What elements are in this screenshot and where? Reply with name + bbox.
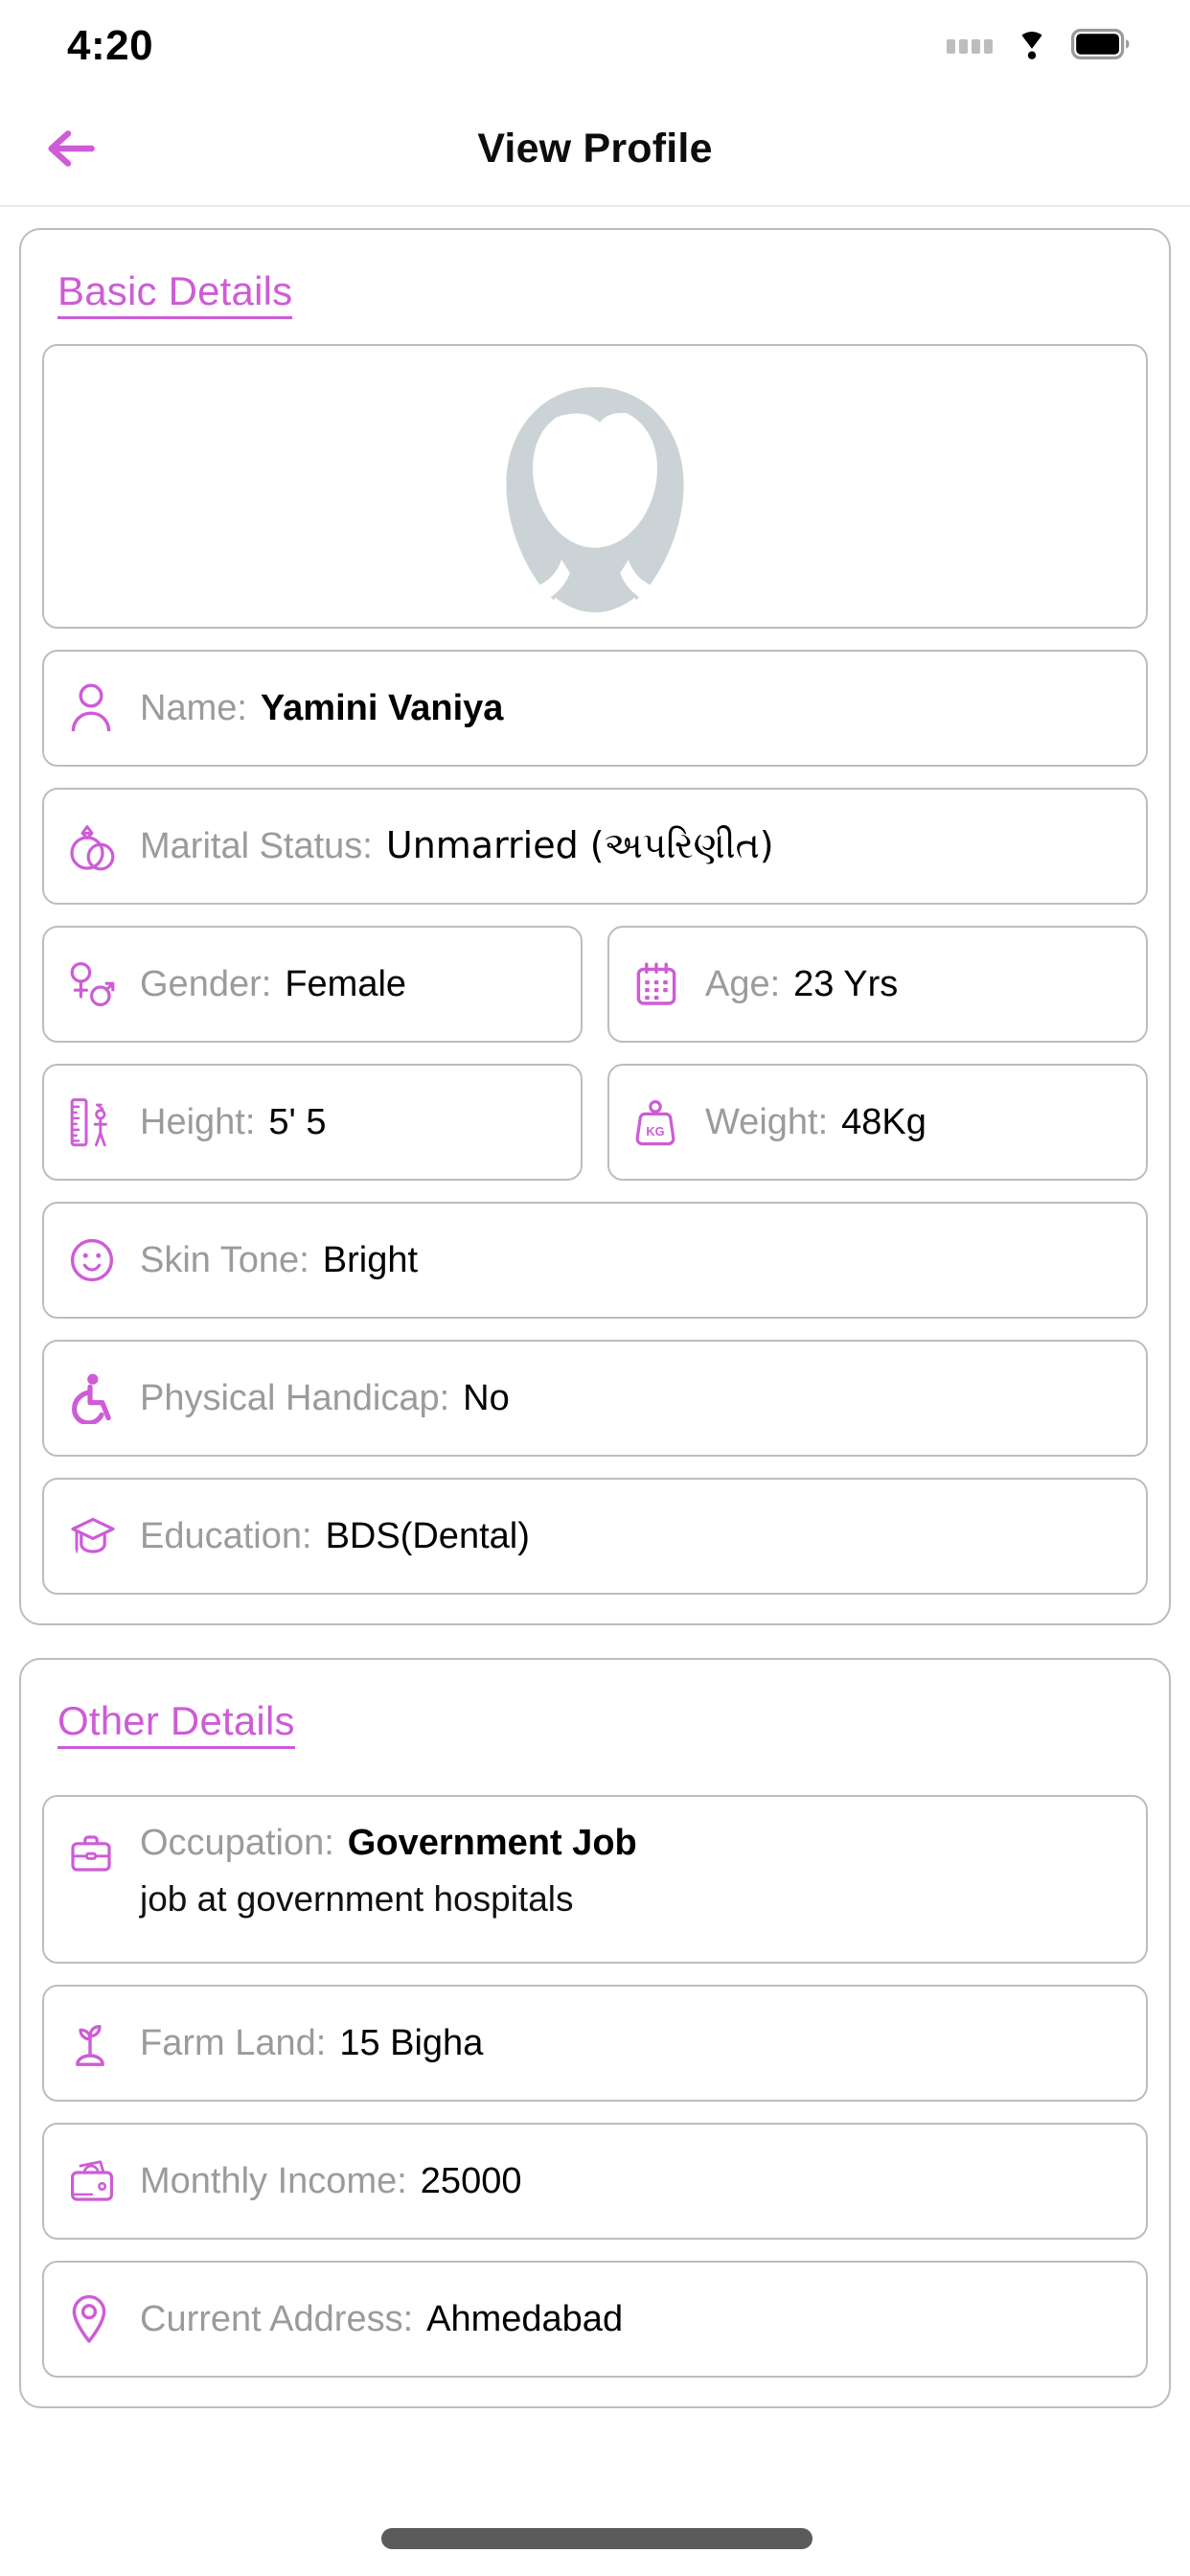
field-farm-land-value: 15 Bigha [339, 2022, 484, 2063]
wedding-rings-icon [69, 816, 123, 876]
field-name-value: Yamini Vaniya [260, 687, 504, 728]
field-monthly-income-label: Monthly Income: [140, 2160, 407, 2201]
weight-kg-icon: KG [634, 1092, 688, 1152]
field-skin-tone-value: Bright [322, 1239, 419, 1280]
field-weight-value: 48Kg [841, 1101, 927, 1142]
profile-scroll-content[interactable]: Basic Details Name: Yamini Vaniya Marita… [0, 207, 1190, 2408]
status-bar-indicators [947, 28, 1131, 65]
field-current-address-label: Current Address: [140, 2298, 414, 2339]
field-current-address-value: Ahmedabad [426, 2298, 624, 2339]
field-age-value: 23 Yrs [793, 963, 899, 1004]
field-marital-status-label: Marital Status: [140, 826, 373, 867]
field-gender-value: Female [285, 963, 407, 1004]
field-monthly-income-value: 25000 [420, 2160, 522, 2201]
field-height-value: 5' 5 [268, 1101, 327, 1142]
field-weight-label: Weight: [705, 1101, 829, 1142]
row-height-weight: Height: 5' 5 KG Weight: 48Kg [42, 1043, 1148, 1181]
field-height-label: Height: [140, 1101, 256, 1142]
status-bar-time: 4:20 [67, 22, 154, 69]
basic-details-card: Basic Details Name: Yamini Vaniya Marita… [19, 228, 1171, 1625]
app-root: 4:20 View Profile Basic Details Name: Ya… [0, 0, 1190, 2576]
horizontal-scrollbar[interactable] [381, 2528, 812, 2549]
back-button[interactable] [31, 115, 115, 182]
field-name-label: Name: [140, 687, 247, 728]
ruler-height-icon [69, 1092, 123, 1152]
app-header: View Profile [0, 92, 1190, 207]
field-farm-land: Farm Land: 15 Bigha [42, 1985, 1148, 2102]
field-monthly-income: Monthly Income: 25000 [42, 2123, 1148, 2240]
basic-details-heading: Basic Details [57, 268, 293, 319]
other-details-card: Other Details Occupation: Government Job [19, 1658, 1171, 2408]
row-gender-age: Gender: Female Age: 23 Yrs [42, 905, 1148, 1043]
briefcase-icon [69, 1824, 123, 1883]
svg-text:KG: KG [646, 1124, 664, 1138]
wallet-icon [69, 2151, 123, 2211]
arrow-left-icon [48, 130, 95, 167]
wheelchair-icon [69, 1368, 123, 1428]
field-physical-handicap-value: No [463, 1377, 510, 1418]
sprout-icon [69, 2013, 123, 2073]
status-bar: 4:20 [0, 0, 1190, 92]
calendar-icon [634, 954, 688, 1014]
field-skin-tone: Skin Tone: Bright [42, 1202, 1148, 1319]
field-age-label: Age: [705, 963, 781, 1004]
page-title: View Profile [477, 125, 713, 172]
gender-icon [69, 954, 123, 1014]
field-farm-land-label: Farm Land: [140, 2022, 327, 2063]
field-education: Education: BDS(Dental) [42, 1478, 1148, 1595]
person-icon [69, 678, 123, 738]
field-occupation-description: job at government hospitals [140, 1878, 574, 1919]
field-current-address: Current Address: Ahmedabad [42, 2261, 1148, 2378]
field-education-label: Education: [140, 1515, 312, 1556]
location-pin-icon [69, 2289, 123, 2349]
graduation-cap-icon [69, 1506, 123, 1566]
field-physical-handicap: Physical Handicap: No [42, 1340, 1148, 1457]
wifi-icon [1010, 28, 1054, 65]
field-education-value: BDS(Dental) [325, 1515, 530, 1556]
field-name: Name: Yamini Vaniya [42, 650, 1148, 767]
field-height: Height: 5' 5 [42, 1064, 583, 1181]
field-age: Age: 23 Yrs [607, 926, 1148, 1043]
profile-photo-frame[interactable] [42, 344, 1148, 629]
field-occupation-label: Occupation: [140, 1823, 334, 1863]
smiley-face-icon [69, 1230, 123, 1290]
avatar-placeholder-icon [506, 387, 684, 612]
field-gender-label: Gender: [140, 963, 272, 1004]
field-skin-tone-label: Skin Tone: [140, 1239, 309, 1280]
battery-icon [1071, 28, 1131, 64]
field-occupation: Occupation: Government Job job at govern… [42, 1795, 1148, 1964]
field-marital-status-value: Unmarried (અપરિણીત) [385, 824, 774, 867]
signal-dots-icon [947, 38, 993, 54]
other-details-heading: Other Details [57, 1698, 295, 1749]
field-physical-handicap-label: Physical Handicap: [140, 1377, 450, 1418]
field-occupation-value: Government Job [347, 1823, 637, 1863]
field-weight: KG Weight: 48Kg [607, 1064, 1148, 1181]
field-marital-status: Marital Status: Unmarried (અપરિણીત) [42, 788, 1148, 905]
field-gender: Gender: Female [42, 926, 583, 1043]
